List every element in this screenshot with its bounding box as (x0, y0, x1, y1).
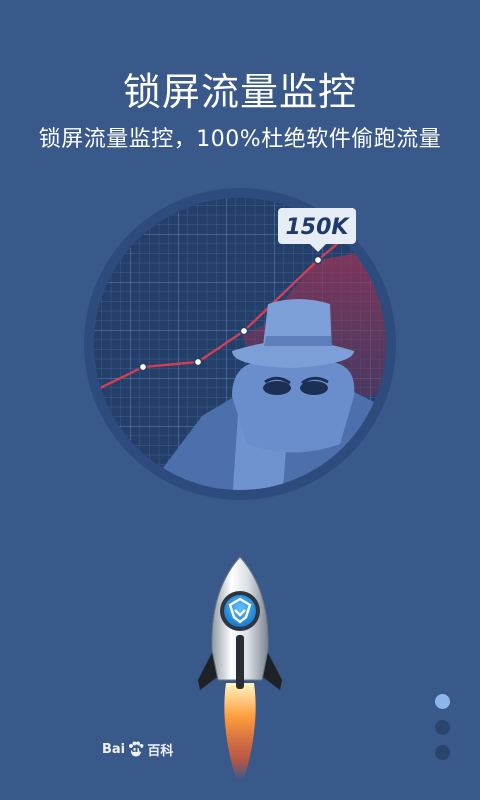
page-indicator[interactable] (435, 694, 451, 764)
data-point (138, 362, 148, 372)
traffic-callout-label: 150K (286, 215, 351, 240)
brand-text-baike: 百科 (147, 743, 174, 759)
page-dot-3[interactable] (435, 745, 450, 760)
brand-text-du: du (131, 743, 146, 755)
data-point (193, 357, 203, 367)
data-point (239, 326, 249, 336)
page-subtitle: 锁屏流量监控，100%杜绝软件偷跑流量 (38, 127, 442, 152)
data-point (313, 255, 323, 265)
page-dot-1[interactable] (435, 694, 450, 709)
page-dot-2[interactable] (435, 720, 450, 735)
traffic-monitor-illustration: 150K (84, 188, 396, 500)
baidu-baike-logo: Bai du 百科 (102, 738, 182, 760)
rocket-flame (224, 683, 256, 780)
rocket-icon (198, 556, 282, 780)
page-title: 锁屏流量监控 (122, 70, 357, 114)
rocket-center-fin (236, 635, 244, 689)
brand-text-bai: Bai (102, 741, 126, 757)
